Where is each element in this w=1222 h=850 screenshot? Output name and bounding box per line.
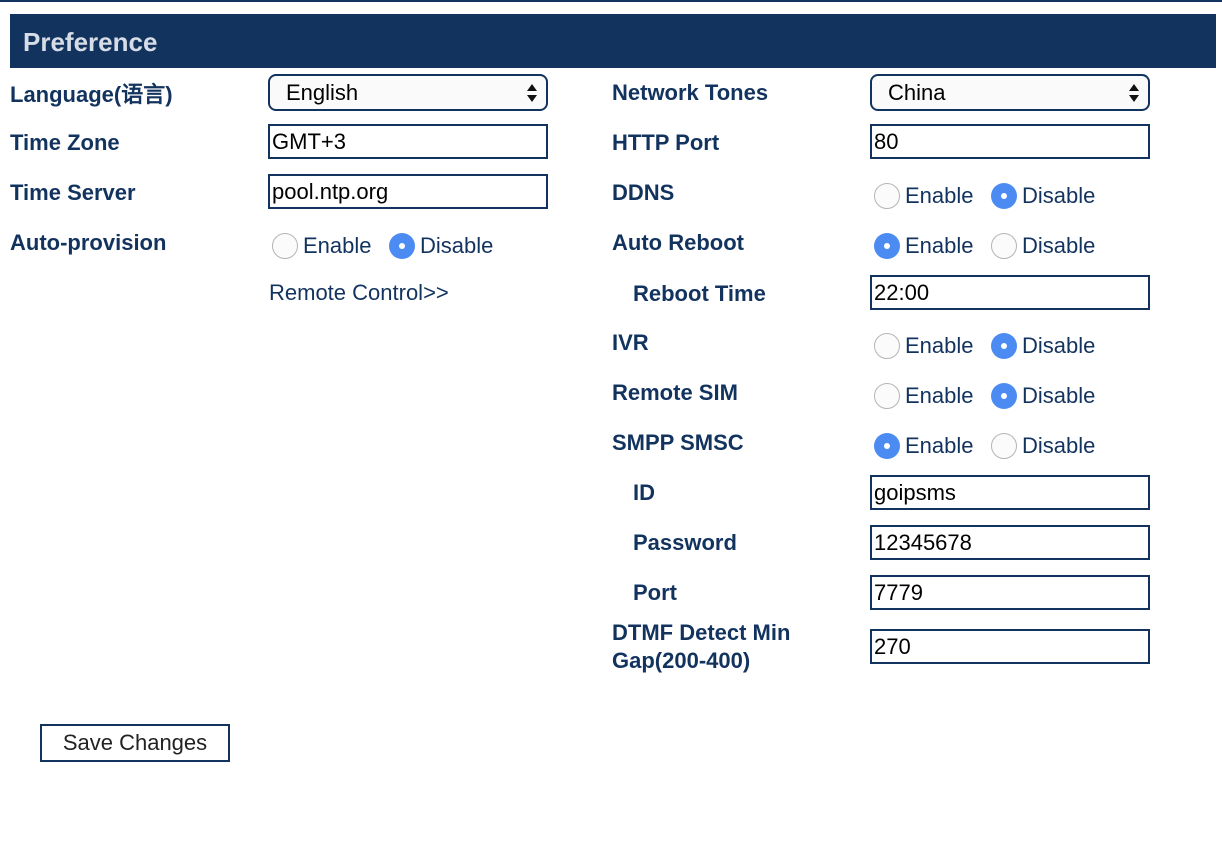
network-tones-select[interactable]: China [870, 74, 1150, 111]
ivr-label: IVR [612, 330, 649, 355]
radio-checked-icon [874, 433, 900, 459]
smpp-password-input[interactable] [870, 525, 1150, 560]
radio-unchecked-icon [874, 333, 900, 359]
time-server-input[interactable] [268, 174, 548, 209]
network-tones-select-value: China [888, 80, 946, 105]
save-changes-button[interactable]: Save Changes [40, 724, 230, 762]
radio-unchecked-icon [991, 433, 1017, 459]
radio-checked-icon [991, 183, 1017, 209]
time-zone-input[interactable] [268, 124, 548, 159]
select-arrows-icon [1129, 84, 1139, 102]
language-select-value: English [286, 80, 359, 105]
ddns-label: DDNS [612, 180, 675, 205]
time-zone-label: Time Zone [10, 130, 120, 155]
radio-checked-icon [991, 333, 1017, 359]
dtmf-gap-input[interactable] [870, 629, 1150, 664]
reboot-time-input[interactable] [870, 275, 1150, 310]
dtmf-gap-label: DTMF Detect Min Gap(200-400) [612, 620, 791, 673]
top-border-line [0, 0, 1222, 2]
radio-unchecked-icon [874, 183, 900, 209]
smpp-id-input[interactable] [870, 475, 1150, 510]
http-port-label: HTTP Port [612, 130, 720, 155]
smpp-port-label: Port [633, 580, 677, 605]
reboot-time-label: Reboot Time [633, 281, 766, 306]
smpp-id-label: ID [633, 480, 655, 505]
radio-unchecked-icon [991, 233, 1017, 259]
auto-reboot-label: Auto Reboot [612, 230, 744, 255]
section-header: Preference [10, 14, 1216, 68]
time-server-label: Time Server [10, 180, 136, 205]
remote-control-link[interactable]: Remote Control>> [269, 281, 449, 305]
smpp-smsc-label: SMPP SMSC [612, 430, 744, 455]
language-select[interactable]: English [268, 74, 548, 111]
radio-unchecked-icon [272, 233, 298, 259]
radio-checked-icon [874, 233, 900, 259]
language-label: Language(语言) [10, 82, 173, 107]
smpp-port-input[interactable] [870, 575, 1150, 610]
radio-checked-icon [991, 383, 1017, 409]
smpp-password-label: Password [633, 530, 737, 555]
auto-provision-label: Auto-provision [10, 230, 167, 255]
network-tones-label: Network Tones [612, 80, 769, 105]
select-arrows-icon [527, 84, 537, 102]
radio-checked-icon [389, 233, 415, 259]
http-port-input[interactable] [870, 124, 1150, 159]
remote-sim-label: Remote SIM [612, 380, 738, 405]
section-title: Preference [23, 27, 158, 57]
radio-unchecked-icon [874, 383, 900, 409]
